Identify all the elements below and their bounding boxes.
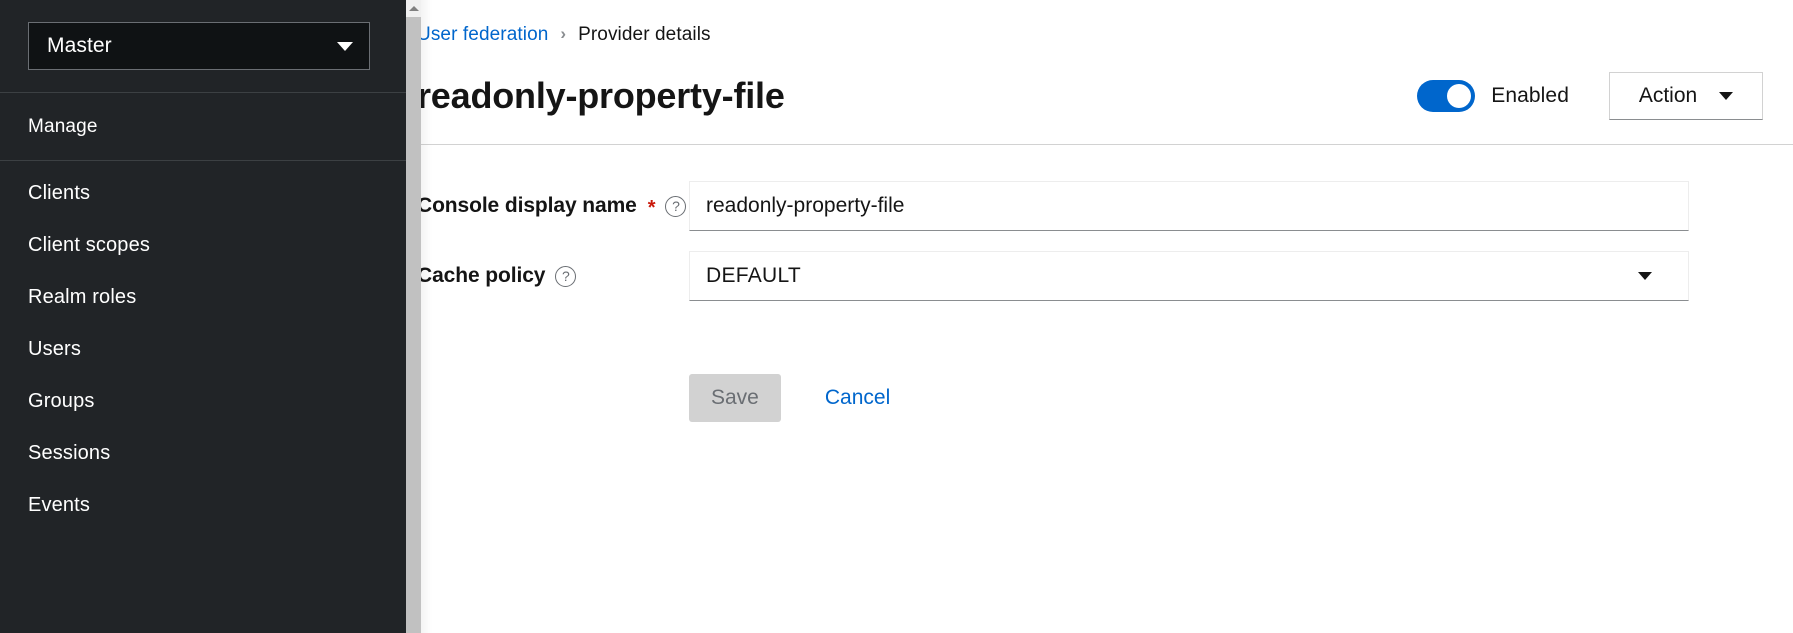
header-actions: Enabled Action (1417, 72, 1763, 120)
sidebar-nav: Clients Client scopes Realm roles Users … (0, 161, 406, 531)
chevron-down-icon (337, 41, 353, 51)
sidebar-item-client-scopes[interactable]: Client scopes (0, 219, 406, 271)
cancel-button[interactable]: Cancel (825, 386, 890, 410)
sidebar-section-manage: Manage (28, 116, 98, 137)
cache-policy-label-group: Cache policy ? (417, 251, 689, 288)
sidebar-item-users[interactable]: Users (0, 323, 406, 375)
cache-policy-selected-value: DEFAULT (706, 264, 802, 287)
realm-selector-value: Master (47, 34, 112, 57)
keycloak-admin-console: Master Manage Clients Client scopes Real… (0, 0, 1793, 633)
breadcrumb-user-federation[interactable]: User federation (417, 24, 548, 46)
cache-policy-select[interactable]: DEFAULT (689, 251, 1689, 301)
help-circle-icon[interactable]: ? (555, 265, 577, 287)
caret-down-icon (1719, 92, 1734, 100)
scrollbar-up-button[interactable] (406, 0, 421, 17)
enabled-toggle[interactable] (1417, 80, 1476, 112)
action-dropdown-label: Action (1638, 84, 1698, 107)
form-row-console-display-name: Console display name * ? (417, 181, 1793, 231)
save-button[interactable]: Save (689, 374, 781, 422)
triangle-up-icon (408, 6, 419, 11)
page-scrollbar[interactable] (406, 0, 421, 633)
form-actions: Save Cancel (417, 374, 1793, 422)
title-row: readonly-property-file Enabled Action (406, 46, 1793, 124)
sidebar-item-clients[interactable]: Clients (0, 167, 406, 219)
cache-policy-label: Cache policy (417, 264, 546, 287)
realm-selector-container: Master (0, 0, 406, 92)
realm-selector[interactable]: Master (28, 22, 370, 70)
enabled-toggle-label: Enabled (1491, 84, 1569, 107)
sidebar-item-groups[interactable]: Groups (0, 375, 406, 427)
toggle-knob (1447, 84, 1472, 108)
page-header: User federation › Provider details reado… (406, 0, 1793, 145)
breadcrumb-separator-icon: › (560, 24, 567, 43)
enabled-toggle-group: Enabled (1417, 80, 1569, 112)
help-circle-icon[interactable]: ? (665, 195, 687, 217)
page-title: readonly-property-file (417, 75, 785, 116)
breadcrumb: User federation › Provider details (406, 0, 1793, 46)
form-row-cache-policy: Cache policy ? DEFAULT (417, 251, 1793, 301)
cache-policy-control: DEFAULT (689, 251, 1689, 301)
sidebar-item-realm-roles[interactable]: Realm roles (0, 271, 406, 323)
provider-settings-form: Console display name * ? Cache policy ? … (406, 145, 1793, 422)
sidebar-item-sessions[interactable]: Sessions (0, 427, 406, 479)
caret-down-icon (1638, 272, 1652, 280)
header-divider (406, 144, 1793, 145)
sidebar: Master Manage Clients Client scopes Real… (0, 0, 406, 633)
breadcrumb-provider-details: Provider details (578, 24, 711, 45)
console-display-name-input[interactable] (689, 181, 1689, 231)
main-content: User federation › Provider details reado… (406, 0, 1793, 633)
console-display-name-label: Console display name (417, 194, 637, 217)
console-display-name-control (689, 181, 1689, 231)
scrollbar-thumb[interactable] (406, 17, 421, 633)
console-display-name-label-group: Console display name * ? (417, 181, 689, 218)
action-dropdown-button[interactable]: Action (1609, 72, 1763, 120)
required-marker: * (647, 197, 656, 219)
sidebar-item-events[interactable]: Events (0, 479, 406, 531)
